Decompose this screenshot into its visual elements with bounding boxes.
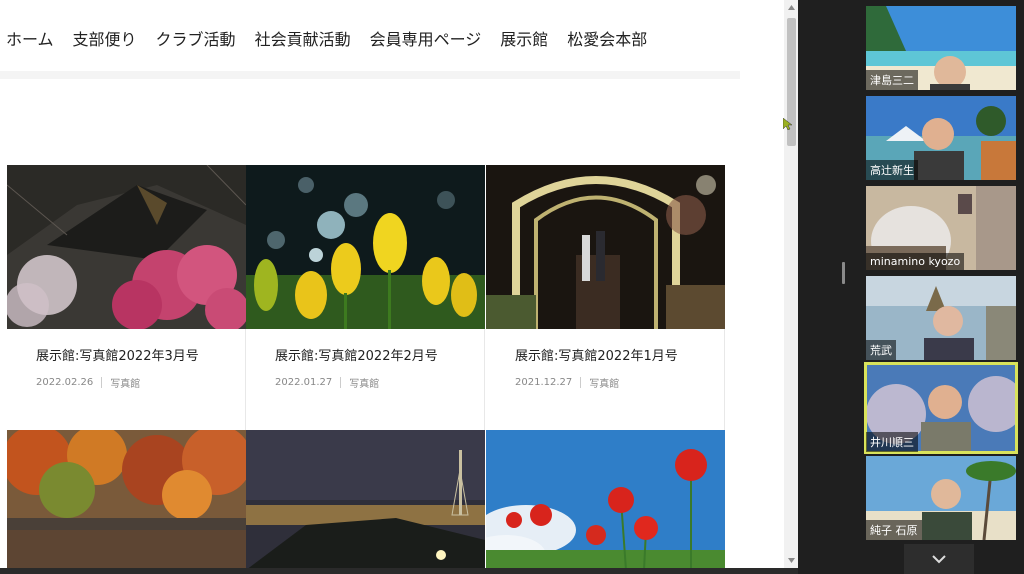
meta-separator <box>580 377 582 388</box>
post-meta: 2021.12.27 写真館 <box>515 375 619 390</box>
post-category[interactable]: 写真館 <box>349 375 379 390</box>
post-title[interactable]: 展示館:写真館2022年3月号 <box>36 345 199 364</box>
post-title[interactable]: 展示館:写真館2022年2月号 <box>275 345 438 364</box>
chevron-down-icon <box>932 554 946 563</box>
post-meta: 2022.02.26 写真館 <box>36 375 140 390</box>
nav-item-home[interactable]: ホーム <box>6 26 54 50</box>
post-date: 2021.12.27 <box>515 377 573 388</box>
post-card[interactable]: 展示館:写真館2022年1月号 2021.12.27 写真館 <box>486 165 725 430</box>
post-card[interactable] <box>7 430 246 568</box>
post-thumbnail-plum-blossoms[interactable] <box>7 165 246 329</box>
nav-divider <box>0 71 740 79</box>
meta-separator <box>101 377 103 388</box>
post-card[interactable]: 展示館:写真館2022年3月号 2022.02.26 写真館 <box>7 165 246 430</box>
post-thumbnail-tulips[interactable] <box>246 165 485 329</box>
meta-separator <box>340 377 342 388</box>
nav-item-social-contribution[interactable]: 社会貢献活動 <box>255 26 351 50</box>
participant-tile[interactable]: 純子 石原 <box>866 456 1016 540</box>
post-card[interactable] <box>486 430 725 568</box>
participant-name: 純子 石原 <box>866 520 922 540</box>
participant-name: 津島三二 <box>866 70 918 90</box>
panel-resize-handle[interactable] <box>842 262 845 284</box>
post-category[interactable]: 写真館 <box>110 375 140 390</box>
post-thumbnail-autumn-lake[interactable] <box>7 430 246 568</box>
participant-tile[interactable]: 荒武 <box>866 276 1016 360</box>
participant-name: 井川順三 <box>866 432 918 452</box>
nav-item-club-activities[interactable]: クラブ活動 <box>156 26 236 50</box>
post-meta: 2022.01.27 写真館 <box>275 375 379 390</box>
taskbar-strip <box>0 568 798 574</box>
scroll-up-arrow-icon[interactable] <box>787 3 796 12</box>
nav-item-members-page[interactable]: 会員専用ページ <box>370 26 482 50</box>
post-title[interactable]: 展示館:写真館2022年1月号 <box>515 345 678 364</box>
site-navigation: ホーム 支部便り クラブ活動 社会貢献活動 会員専用ページ 展示館 松愛会本部 <box>0 5 727 71</box>
nav-item-branch-news[interactable]: 支部便り <box>73 26 137 50</box>
participant-tile-active-speaker[interactable]: 井川順三 <box>864 362 1018 454</box>
post-date: 2022.02.26 <box>36 377 94 388</box>
post-thumbnail-night-city[interactable] <box>246 430 485 568</box>
post-category[interactable]: 写真館 <box>589 375 619 390</box>
participant-tile[interactable]: 高辻新生 <box>866 96 1016 180</box>
browser-viewport: ホーム 支部便り クラブ活動 社会貢献活動 会員専用ページ 展示館 松愛会本部 <box>0 0 798 568</box>
mouse-cursor-icon <box>783 118 793 130</box>
post-thumbnail-illumination[interactable] <box>486 165 725 329</box>
participant-name: 荒武 <box>866 340 896 360</box>
scroll-participants-button[interactable] <box>904 544 974 574</box>
participant-name: 高辻新生 <box>866 160 918 180</box>
post-card[interactable]: 展示館:写真館2022年2月号 2022.01.27 写真館 <box>246 165 485 430</box>
participant-tile[interactable]: minamino kyozo <box>866 186 1016 270</box>
post-thumbnail-spider-lilies[interactable] <box>486 430 725 568</box>
scroll-down-arrow-icon[interactable] <box>787 556 796 565</box>
participant-tile[interactable]: 津島三二 <box>866 6 1016 90</box>
nav-item-headquarters[interactable]: 松愛会本部 <box>567 26 647 50</box>
post-date: 2022.01.27 <box>275 377 333 388</box>
participant-name: minamino kyozo <box>866 253 965 270</box>
nav-item-exhibition-hall[interactable]: 展示館 <box>500 26 548 50</box>
post-card[interactable] <box>246 430 485 568</box>
